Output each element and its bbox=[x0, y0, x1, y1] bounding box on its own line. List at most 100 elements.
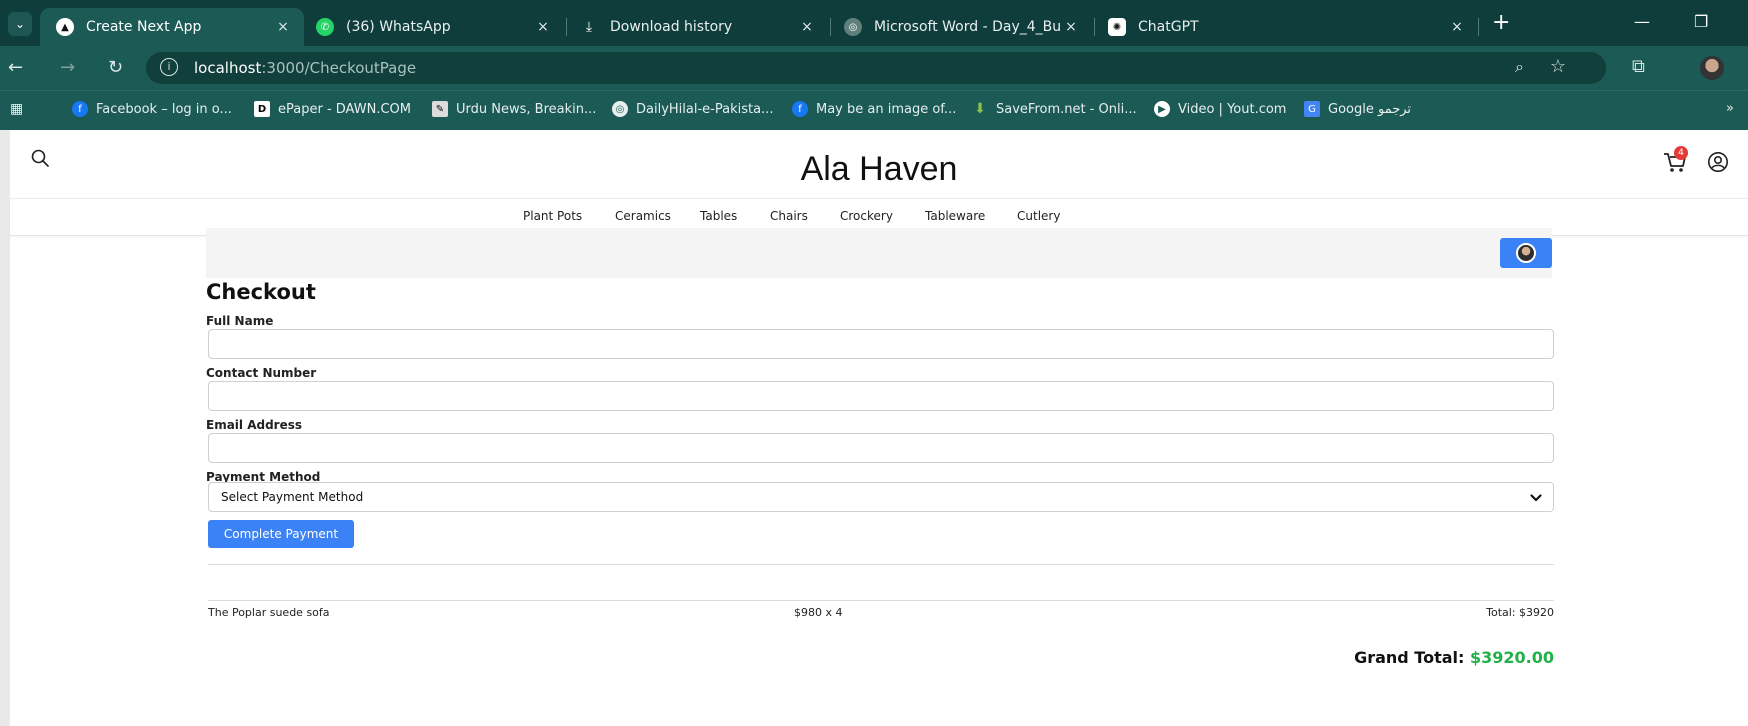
url-host: localhost bbox=[194, 59, 262, 77]
payment-method-value: Select Payment Method bbox=[221, 490, 364, 504]
more-bookmarks-button[interactable]: » bbox=[1726, 101, 1734, 116]
globe-favicon-icon: ◎ bbox=[844, 18, 862, 36]
email-address-input[interactable] bbox=[208, 433, 1554, 463]
nav-chairs[interactable]: Chairs bbox=[770, 209, 808, 223]
tab-close-icon[interactable]: × bbox=[534, 19, 552, 35]
bookmarks-bar: ▦ f Facebook – log in o... DePaper - DAWN… bbox=[0, 90, 1748, 130]
bookmark-google-translate[interactable]: G Google ترجمو bbox=[1304, 101, 1411, 117]
nextjs-favicon-icon: ▲ bbox=[56, 18, 74, 36]
tab-close-icon[interactable]: × bbox=[798, 19, 816, 35]
bookmark-dailyhilal[interactable]: ◎ DailyHilal-e-Pakista... bbox=[612, 101, 773, 117]
nav-tableware[interactable]: Tableware bbox=[925, 209, 985, 223]
bookmark-label: Video | Yout.com bbox=[1178, 101, 1287, 117]
tab-close-icon[interactable]: × bbox=[1448, 19, 1466, 35]
browser-toolbar: ← → ↻ i localhost:3000/CheckoutPage ⌕ ☆ … bbox=[0, 46, 1748, 90]
grand-total-label: Grand Total: bbox=[1354, 648, 1470, 667]
bookmark-star-icon[interactable]: ☆ bbox=[1550, 56, 1566, 77]
bookmark-video-yout[interactable]: ▶ Video | Yout.com bbox=[1154, 101, 1286, 117]
url-text: localhost:3000/CheckoutPage bbox=[194, 59, 416, 77]
bookmark-label: SaveFrom.net - Onli... bbox=[996, 101, 1137, 117]
chevron-down-icon bbox=[1530, 494, 1542, 502]
tab-chatgpt[interactable]: ✺ ChatGPT × bbox=[1092, 8, 1478, 46]
contact-number-input[interactable] bbox=[208, 381, 1554, 411]
facebook-icon: f bbox=[792, 101, 808, 117]
bookmark-facebook[interactable]: f Facebook – log in o... bbox=[72, 101, 232, 117]
order-item-name: The Poplar suede sofa bbox=[208, 606, 330, 619]
user-account-icon[interactable] bbox=[1707, 151, 1729, 173]
grand-total: Grand Total: $3920.00 bbox=[1354, 648, 1554, 667]
zoom-icon[interactable]: ⌕ bbox=[1515, 57, 1524, 77]
bookmark-label: Google ترجمو bbox=[1328, 101, 1412, 117]
browser-profile-avatar[interactable] bbox=[1700, 56, 1724, 80]
reload-icon[interactable]: ↻ bbox=[108, 56, 123, 80]
bookmark-savefrom[interactable]: ⬇ SaveFrom.net - Onli... bbox=[972, 101, 1137, 117]
page-title: Checkout bbox=[206, 280, 316, 304]
video-icon: ▶ bbox=[1154, 101, 1170, 117]
bookmark-dawn[interactable]: DePaper - DAWN.COM bbox=[254, 101, 411, 117]
dawn-icon: D bbox=[254, 101, 270, 117]
nav-tables[interactable]: Tables bbox=[700, 209, 737, 223]
facebook-icon: f bbox=[72, 101, 88, 117]
bookmark-label: ePaper - DAWN.COM bbox=[278, 101, 411, 117]
nav-plant-pots[interactable]: Plant Pots bbox=[523, 209, 582, 223]
urdu-news-icon: ✎ bbox=[432, 101, 448, 117]
savefrom-arrow-icon: ⬇ bbox=[974, 101, 986, 117]
site-title[interactable]: Ala Haven bbox=[10, 150, 1748, 189]
tab-separator bbox=[1478, 18, 1479, 36]
tab-label: (36) WhatsApp bbox=[346, 19, 451, 35]
bookmark-label: May be an image of... bbox=[816, 101, 957, 117]
chatgpt-favicon-icon: ✺ bbox=[1108, 18, 1126, 36]
address-bar[interactable]: i localhost:3000/CheckoutPage ⌕ ☆ bbox=[146, 52, 1606, 84]
order-line-total: Total: $3920 bbox=[1486, 606, 1554, 619]
checkout-header-bar bbox=[206, 228, 1552, 278]
bookmark-facebook-image[interactable]: f May be an image of... bbox=[792, 101, 956, 117]
tab-download-history[interactable]: ⤓ Download history × bbox=[564, 8, 828, 46]
google-translate-icon: G bbox=[1304, 101, 1320, 117]
restore-icon[interactable]: ❐ bbox=[1694, 12, 1708, 31]
minimize-icon[interactable]: — bbox=[1634, 12, 1650, 31]
full-name-label: Full Name bbox=[206, 314, 274, 328]
tab-label: Create Next App bbox=[86, 19, 202, 35]
nav-ceramics[interactable]: Ceramics bbox=[615, 209, 671, 223]
order-price-quantity: $980 x 4 bbox=[794, 606, 843, 619]
full-name-input[interactable] bbox=[208, 329, 1554, 359]
site-info-icon[interactable]: i bbox=[160, 58, 178, 76]
bookmark-label: DailyHilal-e-Pakista... bbox=[636, 101, 774, 117]
avatar bbox=[1516, 243, 1536, 263]
tab-microsoft-word[interactable]: ◎ Microsoft Word - Day_4_Buil × bbox=[828, 8, 1092, 46]
tab-create-next-app[interactable]: ▲ Create Next App × bbox=[40, 8, 304, 46]
globe-icon: ◎ bbox=[612, 101, 628, 117]
order-divider-bottom bbox=[208, 600, 1554, 601]
grand-total-amount: $3920.00 bbox=[1469, 648, 1554, 667]
tab-label: Download history bbox=[610, 19, 733, 35]
browser-tab-strip: ⌄ ▲ Create Next App × ✆ (36) WhatsApp × … bbox=[0, 0, 1748, 46]
contact-number-label: Contact Number bbox=[206, 366, 317, 380]
url-path: :3000/CheckoutPage bbox=[261, 59, 417, 77]
bookmark-urdu-news[interactable]: ✎ Urdu News, Breakin... bbox=[432, 101, 596, 117]
tab-label: ChatGPT bbox=[1138, 19, 1199, 35]
extensions-icon[interactable]: ⧉ bbox=[1632, 56, 1645, 77]
cart-count-badge: 4 bbox=[1674, 146, 1688, 160]
apps-grid-icon[interactable]: ▦ bbox=[10, 101, 23, 117]
tab-search-icon[interactable]: ⌄ bbox=[8, 12, 32, 36]
complete-payment-button[interactable]: Complete Payment bbox=[208, 520, 354, 548]
payment-method-select[interactable]: Select Payment Method bbox=[208, 482, 1554, 512]
download-icon: ⤓ bbox=[585, 19, 593, 35]
email-address-label: Email Address bbox=[206, 418, 303, 432]
tab-label: Microsoft Word - Day_4_Buil bbox=[874, 19, 1062, 35]
order-divider-top bbox=[208, 564, 1554, 565]
user-avatar-button[interactable] bbox=[1500, 238, 1552, 268]
nav-cutlery[interactable]: Cutlery bbox=[1017, 209, 1060, 223]
forward-icon[interactable]: → bbox=[60, 56, 75, 80]
nav-crockery[interactable]: Crockery bbox=[840, 209, 893, 223]
bookmark-label: Urdu News, Breakin... bbox=[456, 101, 597, 117]
web-page: Ala Haven 4 Plant Pots Ceramics Tables C… bbox=[10, 130, 1748, 726]
tab-close-icon[interactable]: × bbox=[1062, 19, 1080, 35]
back-icon[interactable]: ← bbox=[8, 56, 23, 80]
tab-whatsapp[interactable]: ✆ (36) WhatsApp × bbox=[300, 8, 564, 46]
whatsapp-favicon-icon: ✆ bbox=[316, 18, 334, 36]
new-tab-button[interactable]: + bbox=[1492, 12, 1510, 34]
tab-close-icon[interactable]: × bbox=[274, 19, 292, 35]
screenshot-frame: ⌄ ▲ Create Next App × ✆ (36) WhatsApp × … bbox=[0, 0, 1748, 726]
bookmark-label: Facebook – log in o... bbox=[96, 101, 232, 117]
